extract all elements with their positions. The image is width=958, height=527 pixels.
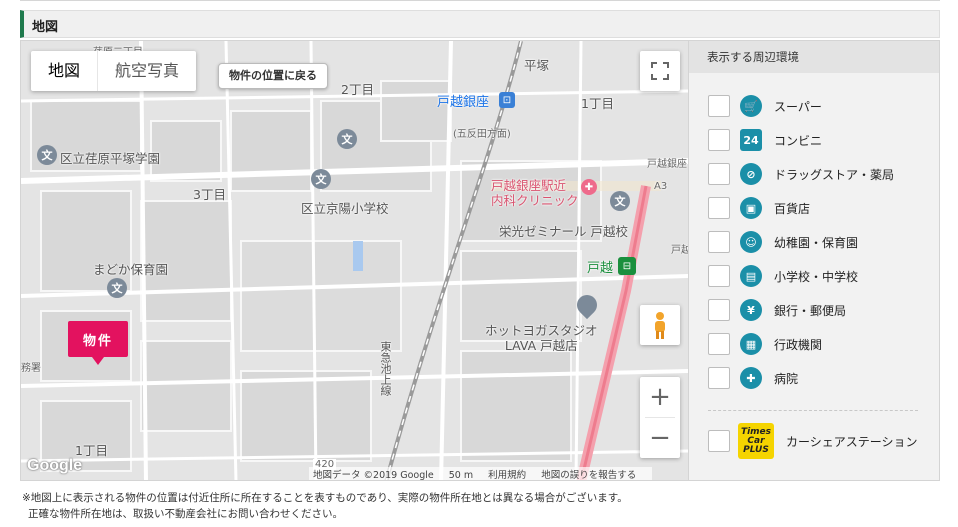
section-title: 地図 [32,20,59,35]
map-view-button[interactable]: 地図 [31,51,99,91]
school-icon[interactable]: 文 [107,278,127,298]
pill-icon: ⊘ [740,163,762,185]
option-drugstore[interactable]: ⊘ ドラッグストア・薬局 [708,162,894,186]
times-car-plus-logo: Times Car PLUS [738,423,774,459]
train-icon: ⊡ [499,92,515,108]
option-label: ドラッグストア・薬局 [774,167,895,182]
pegman-icon [655,312,665,339]
option-school[interactable]: ▤ 小学校・中学校 [708,264,858,288]
option-label: コンビニ [774,133,823,148]
fullscreen-icon [651,62,669,80]
checkbox[interactable] [708,430,730,452]
map-notes: ※地図上に表示される物件の位置は付近住所に所在することを表すものであり、実際の物… [22,490,628,522]
map-label-clinic: 戸越銀座駅近 内科クリニック [491,178,579,208]
map-label-seminar: 栄光ゼミナール 戸越校 [499,224,628,239]
map-scale: 50 m [448,470,474,481]
map-label-a3: A3 [654,181,668,192]
map-label-railway: 東急池上線 [379,341,392,396]
map-data-credit: 地図データ ©2019 Google [313,470,434,481]
surroundings-heading: 表示する周辺環境 [689,41,939,73]
map-label-gotanda: (五反田方面) [453,129,511,140]
shopping-bag-icon: ▣ [740,197,762,219]
top-divider [20,0,940,1]
school-icon[interactable]: 文 [311,169,331,189]
map-label-school1: 区立荏原平塚学園 [60,151,161,166]
property-marker[interactable]: 物件 [68,321,128,365]
report-error-link[interactable]: 地図の誤りを報告する [541,470,636,480]
option-label: 病院 [774,371,799,386]
option-supermarket[interactable]: 🛒 スーパー [708,94,822,118]
surroundings-panel: 表示する周辺環境 🛒 スーパー 24 コンビニ ⊘ ドラッグストア・薬局 ▣ 百… [689,40,940,481]
option-label: 幼稚園・保育園 [774,235,859,250]
option-nursery[interactable]: ☺ 幼稚園・保育園 [708,230,858,254]
zoom-in-button[interactable]: + [640,377,680,417]
school-icon[interactable]: 文 [337,129,357,149]
map-label-chome3: 3丁目 [193,187,226,202]
map-label-togoshi: 戸越 [587,261,614,276]
option-label: スーパー [774,99,822,114]
checkbox[interactable] [708,333,730,355]
checkbox[interactable] [708,197,730,219]
checkbox[interactable] [708,299,730,321]
panel-divider [708,410,918,411]
zoom-out-button[interactable]: − [640,418,680,458]
checkbox[interactable] [708,231,730,253]
zoom-control: + − [640,377,680,458]
map-label-hiratsuka: 平塚 [524,58,550,73]
note-line: 正確な物件所在地は、取扱い不動産会社にお問い合わせください。 [28,508,343,520]
checkbox[interactable] [708,367,730,389]
terms-link[interactable]: 利用規約 [488,470,526,480]
option-department-store[interactable]: ▣ 百貨店 [708,196,810,220]
google-logo: Google [27,457,83,474]
clinic-icon[interactable]: ✚ [581,179,597,195]
option-bank[interactable]: ¥ 銀行・郵便局 [708,298,846,322]
map-label-nursery: まどか保育園 [93,262,169,277]
option-label: カーシェアステーション [786,434,918,449]
map-type-control: 地図 航空写真 [31,51,197,91]
cart-icon: 🛒 [740,95,762,117]
map-label-yoga: ホットヨガスタジオ LAVA 戸越店 [485,323,598,353]
option-government[interactable]: ▦ 行政機関 [708,332,822,356]
map-label-school2: 区立京陽小学校 [301,201,389,216]
checkbox[interactable] [708,163,730,185]
option-convenience-store[interactable]: 24 コンビニ [708,128,822,152]
checkbox[interactable] [708,265,730,287]
return-to-property-button[interactable]: 物件の位置に戻る [218,63,328,89]
option-label: 行政機関 [774,337,823,352]
map-attribution: 地図データ ©2019 Google 50 m 利用規約 地図の誤りを報告する [309,467,653,481]
note-line: ※地図上に表示される物件の位置は付近住所に所在することを表すものであり、実際の物… [22,492,628,504]
school-icon[interactable]: 文 [37,145,57,165]
option-carshare[interactable]: Times Car PLUS カーシェアステーション [708,423,918,459]
map-label-chome2: 2丁目 [341,82,374,97]
map-label-chome1-top: 1丁目 [581,96,614,111]
option-label: 百貨店 [774,201,811,216]
map-label-ward: 務署 [21,363,41,374]
nursery-icon: ☺ [740,231,762,253]
checkbox[interactable] [708,129,730,151]
option-label: 銀行・郵便局 [774,303,847,318]
map-label-station: 戸越銀座 [437,95,490,110]
school-icon[interactable]: 文 [610,191,630,211]
convenience-store-icon: 24 [740,129,762,151]
section-header: 地図 [20,10,940,38]
street-view-button[interactable] [640,305,680,345]
map-canvas[interactable]: 荏原二丁目 平塚 2丁目 1丁目 3丁目 1丁目 務署 戸越銀座 ⊡ (五反田方… [20,40,689,481]
map-label-togoshi-small: 戸越 [671,245,689,256]
satellite-view-button[interactable]: 航空写真 [98,51,196,91]
option-label: 小学校・中学校 [774,269,859,284]
map-label-station-small: 戸越銀座 [647,159,687,170]
school-bag-icon: ▤ [740,265,762,287]
option-hospital[interactable]: ✚ 病院 [708,366,798,390]
fullscreen-button[interactable] [640,51,680,91]
checkbox[interactable] [708,95,730,117]
hospital-icon: ✚ [740,367,762,389]
subway-icon: ⊟ [618,257,636,275]
clipboard-icon: ▦ [740,333,762,355]
bank-icon: ¥ [740,299,762,321]
